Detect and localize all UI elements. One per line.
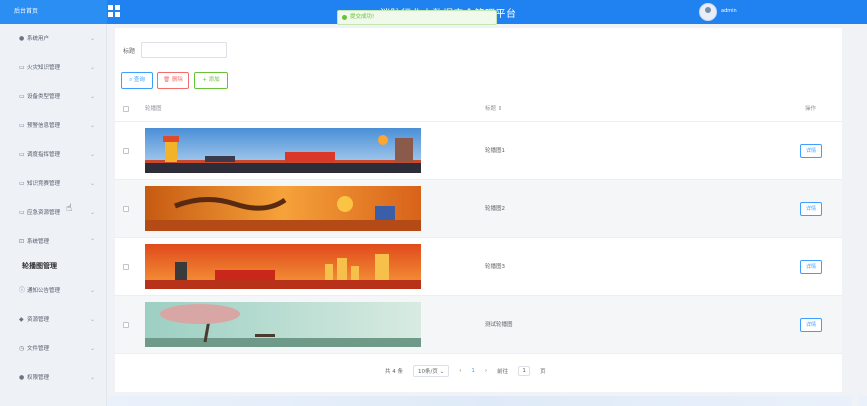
folder-icon: ▭ bbox=[19, 209, 25, 216]
detail-button[interactable]: 详情 bbox=[800, 144, 822, 158]
column-header-image: 轮播图 bbox=[145, 106, 162, 112]
chevron-down-icon: ⌄ bbox=[90, 374, 96, 381]
table-header: 轮播图 标题 ⇕ 操作 bbox=[115, 96, 842, 122]
pager-total: 共 4 条 bbox=[385, 369, 403, 375]
chevron-down-icon: ⌄ bbox=[90, 316, 96, 323]
sidebar-item-quiz[interactable]: ▭ 知识竞赛管理 ⌄ bbox=[0, 169, 106, 198]
content-panel: 标题 ⌕ 查询 🗑 删除 + 添加 轮播图 标题 ⇕ 操作 轮播图1 详情 轮播… bbox=[115, 28, 842, 392]
chevron-down-icon: ⌄ bbox=[90, 151, 96, 158]
sidebar-item-emergency[interactable]: ▭ 应急资源管理 ⌄ bbox=[0, 198, 106, 227]
sidebar-item-permission[interactable]: ● 权限管理 ⌄ bbox=[0, 363, 106, 392]
carousel-image-4 bbox=[145, 302, 421, 347]
sidebar-subitem-carousel[interactable]: 轮播图管理 bbox=[0, 256, 106, 276]
search-label: 标题 bbox=[123, 48, 136, 55]
select-all-checkbox[interactable] bbox=[123, 106, 129, 112]
sort-icon[interactable]: ⇕ bbox=[498, 106, 503, 112]
add-button[interactable]: + 添加 bbox=[194, 72, 228, 89]
detail-button[interactable]: 详情 bbox=[800, 318, 822, 332]
sidebar-item-notice[interactable]: ⓘ 通知公告管理 ⌄ bbox=[0, 276, 106, 305]
folder-icon: ▭ bbox=[19, 151, 25, 158]
page-number-current[interactable]: 1 bbox=[471, 368, 475, 374]
detail-button[interactable]: 详情 bbox=[800, 202, 822, 216]
info-icon: ⓘ bbox=[19, 287, 26, 294]
avatar[interactable] bbox=[699, 3, 717, 21]
column-header-action: 操作 bbox=[805, 106, 817, 112]
next-page-icon[interactable]: › bbox=[485, 368, 487, 374]
row-title: 轮播图2 bbox=[485, 206, 505, 212]
main-area: 标题 ⌕ 查询 🗑 删除 + 添加 轮播图 标题 ⇕ 操作 轮播图1 详情 轮播… bbox=[107, 24, 867, 406]
folder-icon: ▭ bbox=[19, 93, 25, 100]
success-toast: 提交成功! bbox=[337, 10, 497, 25]
carousel-table: 轮播图 标题 ⇕ 操作 轮播图1 详情 轮播图2 详情 轮播图3 详情 测试轮播… bbox=[115, 96, 842, 354]
page-size-select[interactable]: 10条/页 ⌄ bbox=[413, 365, 450, 377]
chevron-down-icon: ⌄ bbox=[90, 345, 96, 352]
carousel-image-1 bbox=[145, 128, 421, 173]
chevron-down-icon: ⌄ bbox=[90, 209, 96, 216]
row-checkbox[interactable] bbox=[123, 206, 129, 212]
footer-decoration bbox=[107, 396, 867, 406]
pointer-cursor-icon: ☝ bbox=[66, 203, 73, 214]
user-icon: ● bbox=[19, 374, 25, 381]
clock-icon: ◷ bbox=[19, 345, 25, 352]
detail-button[interactable]: 详情 bbox=[800, 260, 822, 274]
row-title: 轮播图3 bbox=[485, 264, 505, 270]
row-checkbox[interactable] bbox=[123, 264, 129, 270]
chevron-down-icon: ⌄ bbox=[90, 64, 96, 71]
table-row: 轮播图1 详情 bbox=[115, 122, 842, 180]
sidebar: ● 系统用户 ⌄ ▭ 火灾知识管理 ⌄ ▭ 设备类型管理 ⌄ ▭ 预警信息管理 ⌄ ▭ 调度指挥管… bbox=[0, 24, 107, 406]
chevron-up-icon: ⌃ bbox=[90, 238, 96, 245]
location-icon: ◆ bbox=[19, 316, 24, 323]
sidebar-item-system-user[interactable]: ● 系统用户 ⌄ bbox=[0, 24, 106, 53]
chevron-down-icon: ⌄ bbox=[90, 122, 96, 129]
column-header-title[interactable]: 标题 ⇕ bbox=[485, 96, 502, 122]
sidebar-item-dispatch[interactable]: ▭ 调度指挥管理 ⌄ bbox=[0, 140, 106, 169]
sidebar-item-system[interactable]: ⊡ 系统管理 ⌃ bbox=[0, 227, 106, 256]
title-search-input[interactable] bbox=[141, 42, 227, 58]
folder-icon: ▭ bbox=[19, 64, 25, 71]
prev-page-icon[interactable]: ‹ bbox=[459, 368, 461, 374]
delete-button[interactable]: 🗑 删除 bbox=[157, 72, 189, 89]
chevron-down-icon: ⌄ bbox=[90, 35, 96, 42]
settings-icon: ⊡ bbox=[19, 238, 25, 245]
trash-icon: 🗑 bbox=[163, 77, 171, 83]
row-title: 测试轮播图 bbox=[485, 322, 513, 328]
page-scrollbar[interactable] bbox=[852, 24, 858, 406]
folder-icon: ▭ bbox=[19, 122, 25, 129]
query-button[interactable]: ⌕ 查询 bbox=[121, 72, 153, 89]
plus-icon: + bbox=[202, 77, 207, 83]
sidebar-item-device-type[interactable]: ▭ 设备类型管理 ⌄ bbox=[0, 82, 106, 111]
grid-menu-icon[interactable] bbox=[108, 5, 120, 17]
row-title: 轮播图1 bbox=[485, 148, 505, 154]
carousel-image-2 bbox=[145, 186, 421, 231]
search-icon: ⌕ bbox=[129, 77, 133, 83]
folder-icon: ▭ bbox=[19, 180, 25, 187]
table-row: 测试轮播图 详情 bbox=[115, 296, 842, 354]
carousel-image-3 bbox=[145, 244, 421, 289]
row-checkbox[interactable] bbox=[123, 148, 129, 154]
goto-label: 前往 bbox=[497, 369, 509, 375]
sidebar-item-warning-info[interactable]: ▭ 预警信息管理 ⌄ bbox=[0, 111, 106, 140]
pagination: 共 4 条 10条/页 ⌄ ‹ 1 › 前往 1 页 bbox=[385, 364, 546, 378]
chevron-down-icon: ⌄ bbox=[90, 93, 96, 100]
user-icon: ● bbox=[19, 35, 25, 42]
username[interactable]: admin bbox=[721, 8, 737, 14]
row-checkbox[interactable] bbox=[123, 322, 129, 328]
table-row: 轮播图3 详情 bbox=[115, 238, 842, 296]
goto-page-input[interactable]: 1 bbox=[518, 366, 531, 376]
sidebar-item-file[interactable]: ◷ 文件管理 ⌄ bbox=[0, 334, 106, 363]
table-row: 轮播图2 详情 bbox=[115, 180, 842, 238]
page-unit-label: 页 bbox=[540, 369, 546, 375]
sidebar-item-resource[interactable]: ◆ 资源管理 ⌄ bbox=[0, 305, 106, 334]
chevron-down-icon: ⌄ bbox=[90, 287, 96, 294]
sidebar-item-fire-knowledge[interactable]: ▭ 火灾知识管理 ⌄ bbox=[0, 53, 106, 82]
chevron-down-icon: ⌄ bbox=[90, 180, 96, 187]
chevron-down-icon: ⌄ bbox=[439, 369, 445, 375]
home-link[interactable]: 后台首页 bbox=[0, 0, 107, 24]
